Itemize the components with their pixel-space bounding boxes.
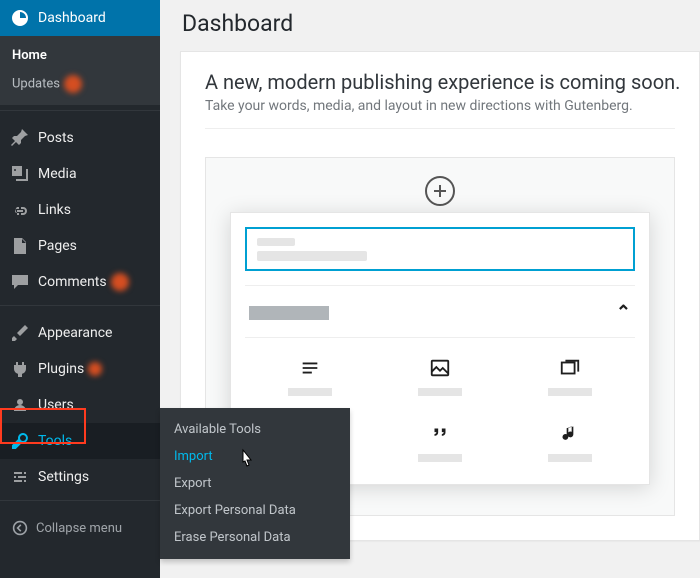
panel-subline: Take your words, media, and layout in ne… — [205, 98, 675, 114]
block-audio[interactable] — [520, 422, 620, 462]
category-label-placeholder — [249, 306, 329, 320]
page-title: Dashboard — [182, 10, 700, 37]
submenu-updates[interactable]: Updates — [0, 69, 160, 99]
audio-icon — [558, 422, 582, 446]
brush-icon — [10, 323, 30, 343]
wrench-icon — [10, 431, 30, 451]
quote-icon — [428, 422, 452, 446]
add-block-button[interactable] — [425, 176, 455, 206]
flyout-export[interactable]: Export — [160, 470, 350, 497]
sidebar-label: Media — [38, 166, 77, 182]
sidebar-item-links[interactable]: Links — [0, 192, 160, 228]
comment-icon — [10, 272, 30, 292]
sidebar-label: Posts — [38, 130, 74, 146]
sidebar-label: Pages — [38, 238, 77, 254]
sidebar-label: Settings — [38, 469, 89, 485]
block-search-input[interactable] — [245, 227, 635, 271]
settings-icon — [10, 467, 30, 487]
link-icon — [10, 200, 30, 220]
sidebar-label: Appearance — [38, 325, 112, 341]
paragraph-icon — [298, 356, 322, 380]
sidebar-label: Users — [38, 397, 74, 413]
flyout-import[interactable]: Import — [160, 443, 350, 470]
submenu-home[interactable]: Home — [0, 42, 160, 69]
sidebar-label: Tools — [38, 433, 72, 449]
sidebar-item-users[interactable]: Users — [0, 387, 160, 423]
chevron-up-icon: ⌃ — [616, 302, 631, 323]
sidebar-item-plugins[interactable]: Plugins — [0, 351, 160, 387]
block-category-row[interactable]: ⌃ — [245, 300, 635, 325]
media-icon — [10, 164, 30, 184]
sidebar-label: Comments — [38, 274, 107, 290]
collapse-icon — [10, 518, 30, 538]
sidebar-label: Plugins — [38, 361, 84, 377]
comments-badge — [111, 273, 129, 291]
sidebar-item-appearance[interactable]: Appearance — [0, 315, 160, 351]
users-icon — [10, 395, 30, 415]
block-image[interactable] — [390, 356, 490, 396]
sidebar-item-dashboard[interactable]: Dashboard — [0, 0, 160, 36]
sidebar-item-pages[interactable]: Pages — [0, 228, 160, 264]
sidebar-item-settings[interactable]: Settings — [0, 459, 160, 495]
block-gallery[interactable] — [520, 356, 620, 396]
updates-badge — [64, 75, 82, 93]
flyout-export-personal[interactable]: Export Personal Data — [160, 497, 350, 524]
tools-flyout: Available Tools Import Export Export Per… — [160, 408, 350, 559]
plugins-badge — [88, 362, 102, 376]
dashboard-icon — [10, 8, 30, 28]
flyout-erase-personal[interactable]: Erase Personal Data — [160, 524, 350, 551]
sidebar-item-media[interactable]: Media — [0, 156, 160, 192]
plugin-icon — [10, 359, 30, 379]
sidebar-label: Links — [38, 202, 71, 218]
gallery-icon — [558, 356, 582, 380]
dashboard-submenu: Home Updates — [0, 36, 160, 105]
sidebar-item-tools[interactable]: Tools — [0, 423, 160, 459]
page-icon — [10, 236, 30, 256]
admin-sidebar: Dashboard Home Updates Posts Media Links… — [0, 0, 160, 578]
image-icon — [428, 356, 452, 380]
collapse-menu[interactable]: Collapse menu — [0, 510, 160, 546]
sidebar-item-posts[interactable]: Posts — [0, 120, 160, 156]
pin-icon — [10, 128, 30, 148]
sidebar-label: Dashboard — [38, 10, 106, 26]
panel-headline: A new, modern publishing experience is c… — [205, 70, 675, 94]
sidebar-item-comments[interactable]: Comments — [0, 264, 160, 300]
block-quote[interactable] — [390, 422, 490, 462]
flyout-available-tools[interactable]: Available Tools — [160, 416, 350, 443]
block-paragraph[interactable] — [260, 356, 360, 396]
